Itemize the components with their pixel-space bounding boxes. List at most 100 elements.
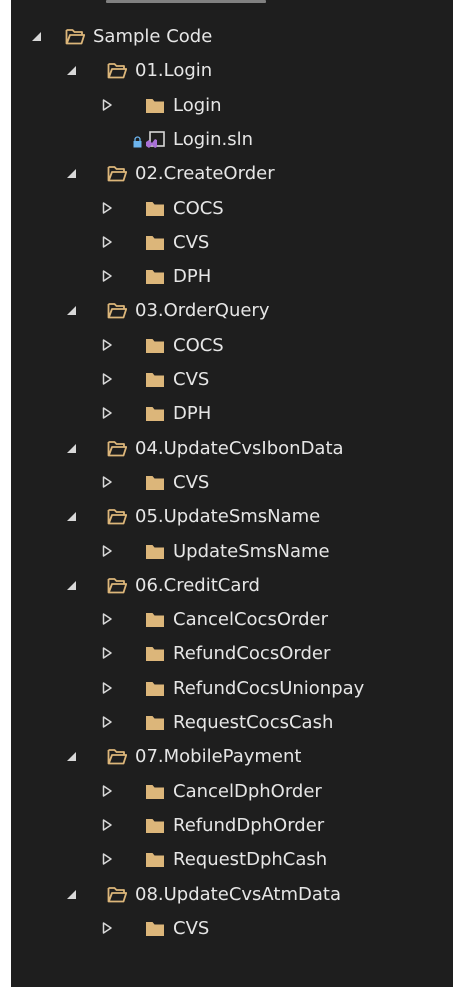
folder-icon — [145, 782, 165, 802]
expanded-arrow-icon[interactable] — [66, 749, 78, 763]
expanded-arrow-icon[interactable] — [66, 578, 78, 592]
expanded-arrow-icon[interactable] — [66, 441, 78, 455]
tree-item-login[interactable]: Login — [11, 91, 453, 121]
tree-item-label: 02.CreateOrder — [135, 163, 275, 185]
tree-item-login-sln[interactable]: Login.sln — [11, 125, 453, 155]
folder-icon — [145, 713, 165, 733]
tree-item-05-updatesmsname[interactable]: 05.UpdateSmsName — [11, 502, 453, 532]
folder-icon — [145, 919, 165, 939]
folder-icon — [145, 679, 165, 699]
tree-item-cvs[interactable]: CVS — [11, 228, 453, 258]
collapsed-arrow-icon[interactable] — [101, 715, 113, 729]
folder-open-icon — [107, 747, 127, 767]
tree-item-label: CVS — [173, 369, 210, 390]
tree-item-label: RequestDphCash — [173, 849, 328, 871]
tree-item-dph[interactable]: DPH — [11, 399, 453, 429]
collapsed-arrow-icon[interactable] — [101, 681, 113, 695]
collapsed-arrow-icon[interactable] — [101, 269, 113, 283]
folder-icon — [145, 850, 165, 870]
folder-open-icon — [107, 576, 127, 596]
folder-open-icon — [107, 61, 127, 81]
tree-item-refunddphorder[interactable]: RefundDphOrder — [11, 811, 453, 841]
tree-item-label: 04.UpdateCvsIbonData — [135, 437, 344, 459]
folder-open-icon — [107, 885, 127, 905]
tree-item-cvs[interactable]: CVS — [11, 365, 453, 395]
tree-item-requestdphcash[interactable]: RequestDphCash — [11, 845, 453, 875]
expanded-arrow-icon[interactable] — [66, 303, 78, 317]
tree-item-cvs[interactable]: CVS — [11, 914, 453, 944]
tree-item-label: RefundDphOrder — [173, 814, 325, 836]
expanded-arrow-icon[interactable] — [31, 29, 43, 43]
tree-item-refundcocsunionpay[interactable]: RefundCocsUnionpay — [11, 674, 453, 704]
collapsed-arrow-icon[interactable] — [101, 98, 113, 112]
collapsed-arrow-icon[interactable] — [101, 612, 113, 626]
folder-icon — [145, 267, 165, 287]
tree-item-label: CVS — [173, 917, 210, 939]
tree-item-label: 07.MobilePayment — [135, 746, 302, 768]
tree-item-02-createorder[interactable]: 02.CreateOrder — [11, 159, 453, 189]
expanded-arrow-icon[interactable] — [66, 166, 78, 180]
folder-icon — [145, 96, 165, 116]
tree-item-label: COCS — [173, 334, 224, 356]
tree-item-requestcocscash[interactable]: RequestCocsCash — [11, 708, 453, 738]
clipped-label — [106, 0, 266, 3]
folder-icon — [145, 542, 165, 562]
folder-icon — [145, 610, 165, 630]
lock-icon — [133, 133, 142, 148]
tree-item-sample-code[interactable]: Sample Code — [11, 22, 453, 52]
folder-icon — [145, 233, 165, 253]
collapsed-arrow-icon[interactable] — [101, 235, 113, 249]
tree-item-07-mobilepayment[interactable]: 07.MobilePayment — [11, 742, 453, 772]
tree-item-label: DPH — [173, 266, 212, 288]
folder-icon — [145, 473, 165, 493]
folder-icon — [145, 816, 165, 836]
tree-item-updatesmsname[interactable]: UpdateSmsName — [11, 537, 453, 567]
tree-item-label: Login — [173, 94, 222, 116]
collapsed-arrow-icon[interactable] — [101, 544, 113, 558]
tree-item-label: RefundCocsOrder — [173, 643, 331, 665]
tree-item-03-orderquery[interactable]: 03.OrderQuery — [11, 296, 453, 326]
folder-open-icon — [107, 507, 127, 527]
tree-item-label: UpdateSmsName — [173, 540, 330, 562]
tree-item-refundcocsorder[interactable]: RefundCocsOrder — [11, 639, 453, 669]
expanded-arrow-icon[interactable] — [66, 887, 78, 901]
tree-item-label: DPH — [173, 403, 212, 425]
tree-item-label: CVS — [173, 471, 210, 493]
tree-item-dph[interactable]: DPH — [11, 262, 453, 292]
solution-explorer-tree: Sample Code 01.Login Login Login.sln 02.Crea… — [11, 0, 453, 987]
tree-item-label: 06.CreditCard — [135, 574, 260, 596]
tree-item-08-updatecvsatmdata[interactable]: 08.UpdateCvsAtmData — [11, 880, 453, 910]
tree-item-cancelcocsorder[interactable]: CancelCocsOrder — [11, 605, 453, 635]
collapsed-arrow-icon[interactable] — [101, 646, 113, 660]
collapsed-arrow-icon[interactable] — [101, 406, 113, 420]
tree-item-label: 03.OrderQuery — [135, 300, 270, 322]
folder-open-icon — [65, 27, 85, 47]
folder-icon — [145, 199, 165, 219]
folder-icon — [145, 336, 165, 356]
collapsed-arrow-icon[interactable] — [101, 372, 113, 386]
collapsed-arrow-icon[interactable] — [101, 201, 113, 215]
collapsed-arrow-icon[interactable] — [101, 818, 113, 832]
tree-item-label: CVS — [173, 231, 210, 253]
tree-item-01-login[interactable]: 01.Login — [11, 56, 453, 86]
tree-item-canceldphorder[interactable]: CancelDphOrder — [11, 777, 453, 807]
tree-item-cvs[interactable]: CVS — [11, 468, 453, 498]
collapsed-arrow-icon[interactable] — [101, 475, 113, 489]
expanded-arrow-icon[interactable] — [66, 63, 78, 77]
tree-item-cocs[interactable]: COCS — [11, 331, 453, 361]
collapsed-arrow-icon[interactable] — [101, 921, 113, 935]
tree-item-label: COCS — [173, 197, 224, 219]
folder-open-icon — [107, 301, 127, 321]
tree-item-06-creditcard[interactable]: 06.CreditCard — [11, 571, 453, 601]
tree-item-label: 05.UpdateSmsName — [135, 506, 321, 528]
expanded-arrow-icon[interactable] — [66, 509, 78, 523]
collapsed-arrow-icon[interactable] — [101, 338, 113, 352]
collapsed-arrow-icon[interactable] — [101, 852, 113, 866]
folder-icon — [145, 404, 165, 424]
clipped-row-above — [106, 0, 326, 6]
collapsed-arrow-icon[interactable] — [101, 784, 113, 798]
tree-item-04-updatecvsibondata[interactable]: 04.UpdateCvsIbonData — [11, 434, 453, 464]
tree-item-label: CancelCocsOrder — [173, 609, 328, 631]
tree-item-label: 08.UpdateCvsAtmData — [135, 883, 341, 905]
tree-item-cocs[interactable]: COCS — [11, 194, 453, 224]
